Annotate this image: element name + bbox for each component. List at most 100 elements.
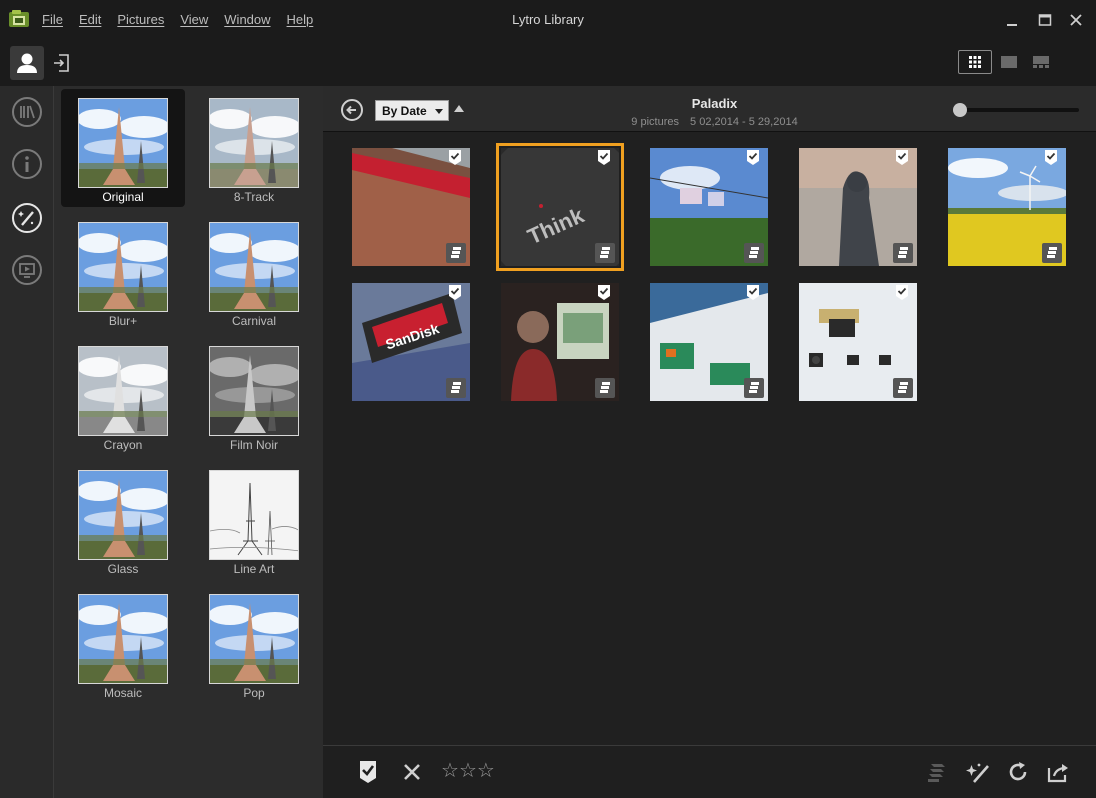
star-icon[interactable]: ☆ bbox=[477, 760, 495, 782]
library-button[interactable] bbox=[11, 96, 43, 128]
top-toolbar bbox=[0, 40, 1096, 86]
menu-window[interactable]: Window bbox=[224, 12, 270, 27]
effect-label: Film Noir bbox=[230, 438, 278, 452]
library-grid-area: By Date Paladix 9 pictures 5 02,2014 - 5… bbox=[323, 86, 1096, 745]
photo-thumbnail-red-bench[interactable] bbox=[352, 148, 470, 266]
photo-thumbnail-statue[interactable] bbox=[799, 148, 917, 266]
effect-thumbnail bbox=[78, 346, 168, 436]
close-button[interactable] bbox=[1062, 8, 1090, 32]
date-range: 5 02,2014 - 5 29,2014 bbox=[690, 116, 798, 128]
pick-badge[interactable] bbox=[597, 150, 611, 166]
living-picture-icon bbox=[898, 247, 908, 258]
effect-label: Carnival bbox=[231, 314, 276, 328]
maximize-button[interactable] bbox=[1031, 8, 1059, 32]
effect-thumbnail bbox=[78, 594, 168, 684]
living-picture-icon bbox=[898, 382, 908, 393]
zoom-slider-track[interactable] bbox=[963, 108, 1079, 112]
pick-badge[interactable] bbox=[597, 285, 611, 301]
effect-label: Line Art bbox=[233, 562, 275, 576]
pick-flag-icon bbox=[598, 285, 610, 300]
photo-thumbnail-rapeseed-field-windmill[interactable] bbox=[948, 148, 1066, 266]
photo-thumbnail-usb-stick[interactable]: SanDisk bbox=[352, 283, 470, 401]
effect-thumbnail bbox=[78, 222, 168, 312]
star-icon[interactable]: ☆ bbox=[441, 760, 459, 782]
living-picture-badge bbox=[744, 378, 764, 398]
effect-blur[interactable]: Blur+ bbox=[61, 213, 185, 331]
minimize-button[interactable] bbox=[998, 8, 1026, 32]
pick-flag-icon[interactable] bbox=[357, 760, 379, 784]
effect-label: 8-Track bbox=[233, 190, 275, 204]
effect-film-noir[interactable]: Film Noir bbox=[192, 337, 316, 455]
photo-thumbnail-street-banners[interactable] bbox=[650, 148, 768, 266]
living-picture-icon bbox=[451, 247, 461, 258]
effect-carnival[interactable]: Carnival bbox=[192, 213, 316, 331]
rotate-icon[interactable] bbox=[1006, 760, 1030, 784]
star-rating[interactable]: ☆☆☆ bbox=[441, 758, 495, 783]
minimize-icon bbox=[1007, 24, 1017, 26]
pick-flag-icon bbox=[747, 150, 759, 165]
living-picture-icon[interactable] bbox=[925, 760, 949, 784]
pick-badge[interactable] bbox=[746, 285, 760, 301]
single-view-button[interactable] bbox=[992, 50, 1026, 74]
living-picture-badge bbox=[446, 243, 466, 263]
grid-view-button[interactable] bbox=[958, 50, 992, 74]
living-picture-icon bbox=[600, 247, 610, 258]
effect-pop[interactable]: Pop bbox=[192, 585, 316, 703]
effect-line-art[interactable]: Line Art bbox=[192, 461, 316, 579]
effects-wand-icon[interactable] bbox=[963, 760, 991, 784]
album-meta: 9 pictures 5 02,2014 - 5 29,2014 bbox=[323, 116, 1096, 128]
effect-thumbnail bbox=[209, 346, 299, 436]
effects-wand-icon bbox=[12, 203, 42, 233]
slideshow-button[interactable] bbox=[11, 254, 43, 286]
reject-icon[interactable] bbox=[401, 760, 423, 784]
filmstrip-view-button[interactable] bbox=[1024, 50, 1058, 74]
star-icon[interactable]: ☆ bbox=[459, 760, 477, 782]
menu-file[interactable]: File bbox=[42, 12, 63, 27]
effect-glass[interactable]: Glass bbox=[61, 461, 185, 579]
effect-thumbnail bbox=[209, 470, 299, 560]
effect-thumbnail bbox=[78, 470, 168, 560]
effect-original[interactable]: Original bbox=[61, 89, 185, 207]
menu-view[interactable]: View bbox=[180, 12, 208, 27]
user-button[interactable] bbox=[10, 46, 44, 80]
menu-edit[interactable]: Edit bbox=[79, 12, 101, 27]
pick-flag-icon bbox=[747, 285, 759, 300]
picture-count: 9 pictures bbox=[631, 116, 679, 128]
pick-badge[interactable] bbox=[895, 285, 909, 301]
import-icon[interactable] bbox=[52, 52, 72, 74]
living-picture-badge bbox=[744, 243, 764, 263]
lytro-app-icon bbox=[9, 10, 29, 27]
photo-thumbnail-electronic-components[interactable] bbox=[799, 283, 917, 401]
info-button[interactable] bbox=[11, 148, 43, 180]
pick-badge[interactable] bbox=[448, 285, 462, 301]
zoom-slider-knob[interactable] bbox=[953, 103, 967, 117]
effect-label: Glass bbox=[107, 562, 139, 576]
effect-label: Original bbox=[102, 190, 144, 204]
living-picture-icon bbox=[749, 382, 759, 393]
pick-badge[interactable] bbox=[895, 150, 909, 166]
living-picture-icon bbox=[749, 247, 759, 258]
user-icon bbox=[17, 53, 37, 73]
effect-label: Crayon bbox=[103, 438, 143, 452]
effects-button[interactable] bbox=[11, 202, 43, 234]
menu-bar: File Edit Pictures View Window Help bbox=[42, 12, 329, 27]
pick-flag-icon bbox=[598, 150, 610, 165]
share-icon[interactable] bbox=[1045, 760, 1071, 784]
pick-badge[interactable] bbox=[448, 150, 462, 166]
photo-thumbnail-circuit-board[interactable] bbox=[650, 283, 768, 401]
effect-mosaic[interactable]: Mosaic bbox=[61, 585, 185, 703]
effects-panel: Original 8-Track Blur+ Carnival Crayon Film N… bbox=[54, 86, 323, 798]
effect-label: Mosaic bbox=[103, 686, 142, 700]
library-icon bbox=[12, 97, 42, 127]
menu-help[interactable]: Help bbox=[287, 12, 314, 27]
effect-crayon[interactable]: Crayon bbox=[61, 337, 185, 455]
photo-thumbnail-man-at-computer[interactable] bbox=[501, 283, 619, 401]
content-header: By Date Paladix 9 pictures 5 02,2014 - 5… bbox=[323, 86, 1096, 132]
menu-pictures[interactable]: Pictures bbox=[117, 12, 164, 27]
photo-thumbnail-thinkpad-logo[interactable]: Think bbox=[496, 143, 624, 271]
living-picture-badge bbox=[1042, 243, 1062, 263]
living-picture-badge bbox=[595, 243, 615, 263]
pick-badge[interactable] bbox=[1044, 150, 1058, 166]
effect-8-track[interactable]: 8-Track bbox=[192, 89, 316, 207]
pick-badge[interactable] bbox=[746, 150, 760, 166]
